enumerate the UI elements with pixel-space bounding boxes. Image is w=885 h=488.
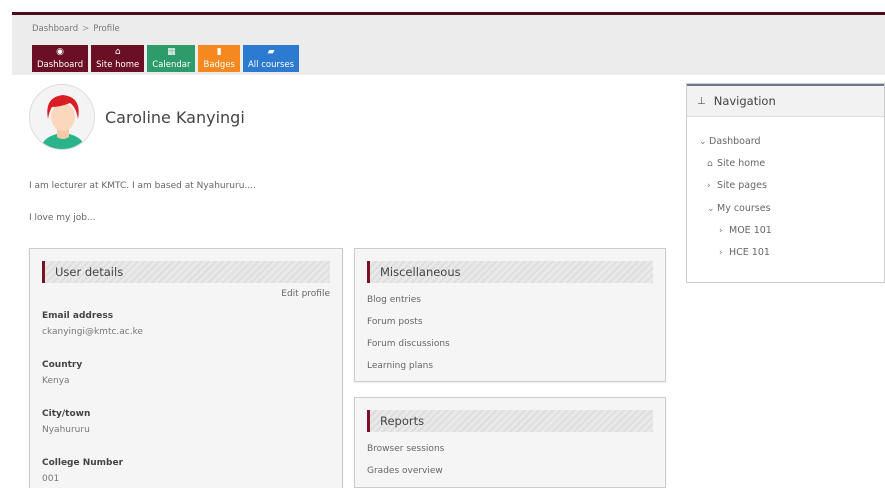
profile-header: Caroline Kanyingi [29, 84, 245, 150]
college-number-label: College Number [42, 458, 124, 468]
chevron-down-icon: ⌄ [699, 137, 707, 147]
breadcrumb: Dashboard > Profile [32, 24, 120, 34]
nav-item-my-courses-label: My courses [717, 203, 771, 214]
nav-item-site-home-label: Site home [717, 158, 766, 169]
profile-name: Caroline Kanyingi [105, 107, 245, 127]
user-details-title: User details [42, 261, 330, 283]
browser-sessions-link[interactable]: Browser sessions [367, 438, 665, 460]
email-field: Email address ckanyingi@kmtc.ac.ke [42, 311, 143, 337]
avatar[interactable] [29, 84, 95, 150]
breadcrumb-separator: > [82, 24, 90, 34]
nav-item-dashboard-label: Dashboard [709, 136, 761, 147]
country-field: Country Kenya [42, 360, 82, 386]
email-value[interactable]: ckanyingi@kmtc.ac.ke [42, 327, 143, 337]
edit-profile-link[interactable]: Edit profile [281, 289, 330, 299]
bookmark-icon: ▮ [216, 47, 222, 57]
calendar-button[interactable]: ▦ Calendar [147, 45, 196, 72]
email-label: Email address [42, 311, 114, 321]
miscellaneous-title: Miscellaneous [367, 261, 653, 283]
nav-item-hce-101[interactable]: › HCE 101 [719, 247, 770, 258]
site-home-button-label: Site home [96, 60, 140, 70]
breadcrumb-dashboard[interactable]: Dashboard [32, 24, 78, 34]
chevron-right-icon: › [719, 226, 723, 236]
forum-posts-link[interactable]: Forum posts [367, 311, 665, 333]
grades-overview-link[interactable]: Grades overview [367, 460, 665, 482]
calendar-button-label: Calendar [152, 60, 191, 70]
reports-card: Reports Browser sessions Grades overview [354, 397, 666, 488]
chevron-down-icon: ⌄ [707, 204, 715, 214]
dashboard-button-label: Dashboard [37, 60, 84, 70]
sitemap-icon: ⊥ [697, 95, 706, 107]
nav-item-hce-101-label: HCE 101 [729, 247, 770, 258]
calendar-icon: ▦ [167, 47, 176, 57]
chevron-right-icon: › [719, 248, 723, 258]
city-field: City/town Nyahururu [42, 409, 90, 435]
city-value: Nyahururu [42, 425, 90, 435]
site-home-button[interactable]: ⌂ Site home [91, 45, 145, 72]
user-details-card: User details Edit profile Email address … [29, 248, 343, 488]
nav-item-moe-101-label: MOE 101 [729, 225, 772, 236]
nav-item-site-pages-label: Site pages [717, 180, 767, 191]
country-label: Country [42, 360, 83, 370]
college-number-field: College Number 001 [42, 458, 123, 484]
profile-description-line-1: I am lecturer at KMTC. I am based at Nya… [29, 181, 256, 191]
city-label: City/town [42, 409, 91, 419]
home-icon: ⌂ [707, 159, 713, 169]
college-number-value: 001 [42, 474, 60, 484]
blog-entries-link[interactable]: Blog entries [367, 289, 665, 311]
dashboard-button[interactable]: ◉ Dashboard [32, 45, 89, 72]
navigation-header[interactable]: ⊥ Navigation [687, 84, 884, 117]
profile-description-line-2: I love my job... [29, 213, 96, 223]
page-header: Dashboard > Profile ◉ Dashboard ⌂ Site hom… [12, 15, 885, 75]
nav-item-moe-101[interactable]: › MOE 101 [719, 225, 772, 236]
nav-item-site-pages[interactable]: › Site pages [707, 180, 767, 191]
nav-item-site-home[interactable]: ⌂ Site home [707, 158, 765, 169]
miscellaneous-card: Miscellaneous Blog entries Forum posts F… [354, 248, 666, 382]
reports-title: Reports [367, 410, 653, 432]
nav-item-dashboard[interactable]: ⌄ Dashboard [699, 136, 761, 147]
navigation-title: Navigation [713, 94, 776, 108]
badges-button-label: Badges [203, 60, 235, 70]
learning-plans-link[interactable]: Learning plans [367, 355, 665, 377]
home-icon: ⌂ [114, 47, 121, 57]
forum-discussions-link[interactable]: Forum discussions [367, 333, 665, 355]
book-icon: ▰ [267, 47, 275, 57]
all-courses-button[interactable]: ▰ All courses [242, 45, 300, 72]
dashboard-icon: ◉ [56, 47, 64, 57]
all-courses-button-label: All courses [247, 60, 295, 70]
country-value: Kenya [42, 376, 70, 386]
breadcrumb-profile: Profile [93, 24, 120, 34]
quick-links: ◉ Dashboard ⌂ Site home ▦ Calendar ▮ Bad… [32, 45, 300, 72]
navigation-block: ⊥ Navigation ⌄ Dashboard ⌂ Site home › Site… [686, 83, 885, 283]
badges-button[interactable]: ▮ Badges [198, 45, 240, 72]
top-strip [0, 0, 885, 15]
nav-item-my-courses[interactable]: ⌄ My courses [707, 203, 771, 214]
chevron-right-icon: › [707, 181, 711, 191]
